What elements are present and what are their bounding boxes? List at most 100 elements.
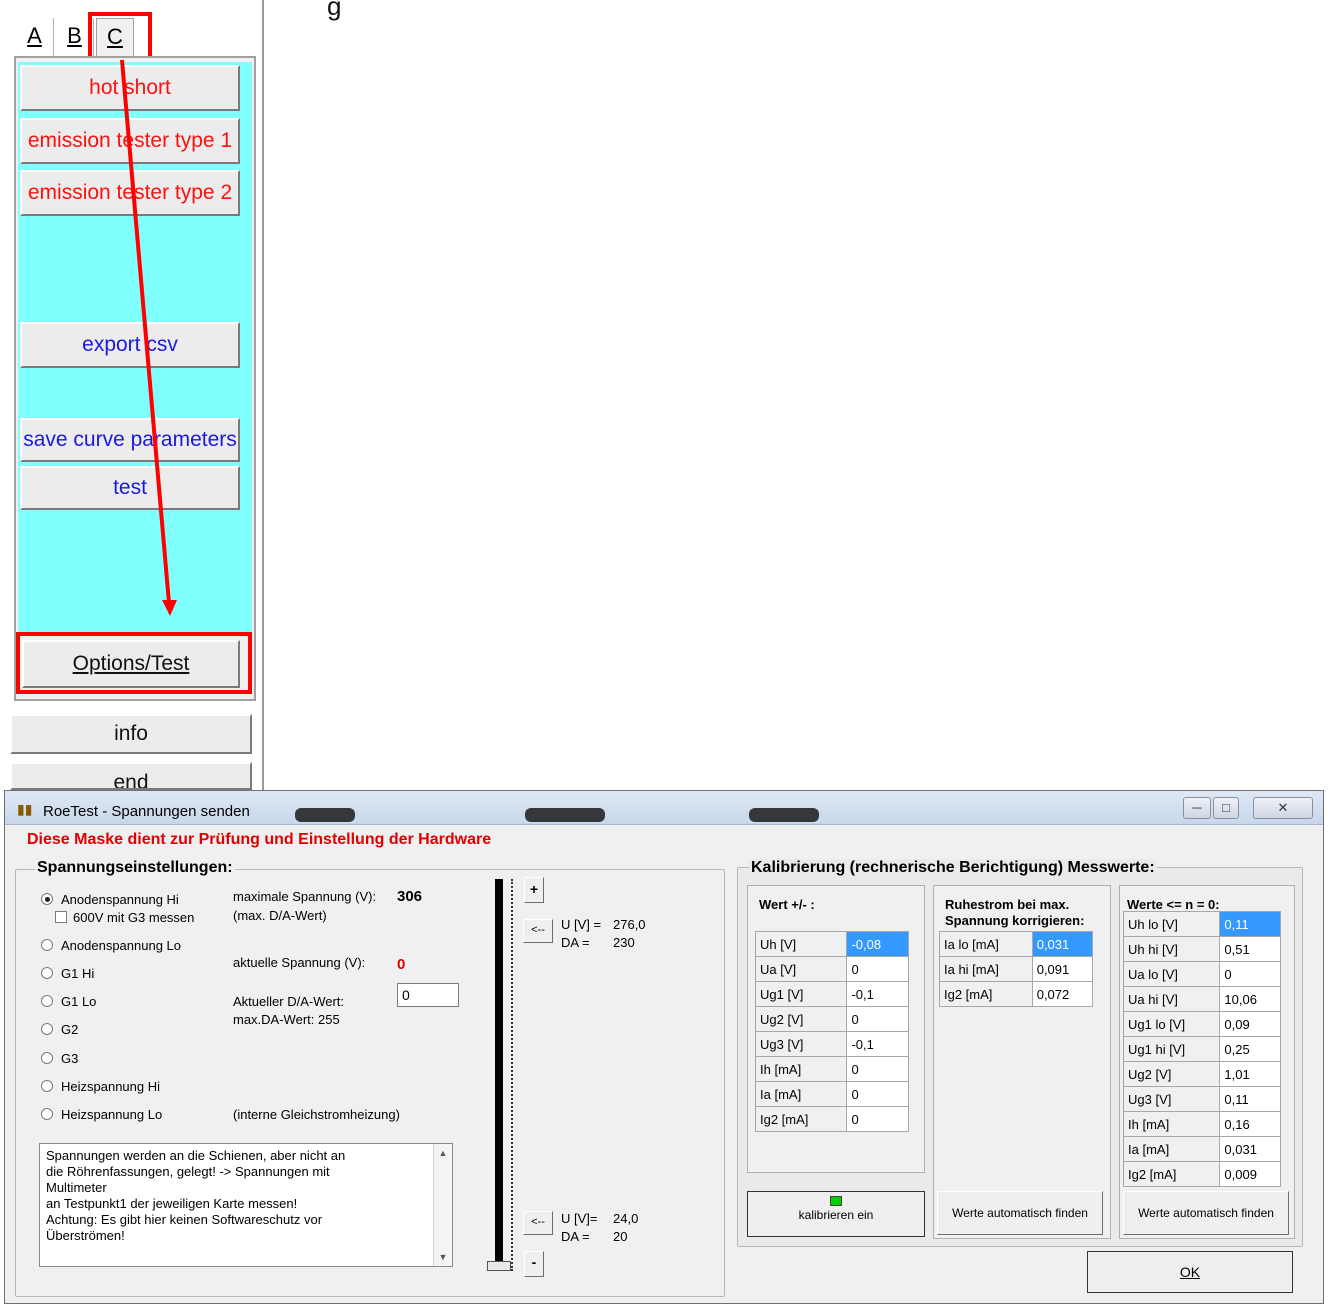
app-icon: ▮▮ — [17, 801, 33, 817]
cropped-text-fragment: g — [327, 0, 342, 21]
radio-anodenspannung-lo[interactable] — [41, 939, 53, 951]
werte_n0-value-cell[interactable]: 1,01 — [1219, 1061, 1281, 1087]
werte_n0-value-cell[interactable]: 0,11 — [1219, 1086, 1281, 1112]
wert-value-cell[interactable]: 0 — [846, 1106, 909, 1132]
scroll-up-icon[interactable]: ▲ — [434, 1148, 452, 1158]
werte_n0-value-cell[interactable]: 10,06 — [1219, 986, 1281, 1012]
da-value-input[interactable] — [397, 983, 459, 1007]
radio-label: G1 Hi — [61, 966, 95, 981]
current-voltage-label: aktuelle Spannung (V): — [233, 955, 366, 970]
max-da-value-label: max.DA-Wert: 255 — [233, 1012, 340, 1027]
werte_n0-row: Uh hi [V] 0,51 — [1122, 936, 1281, 962]
wert-label-cell: Ua [V] — [754, 956, 848, 982]
wert-label-cell: Ia [mA] — [754, 1081, 848, 1107]
wert-row: Ig2 [mA] 0 — [754, 1106, 909, 1132]
red-arrow-annotation — [120, 59, 177, 616]
ruhestrom-row: Ia lo [mA] 0,031 — [939, 931, 1094, 957]
wert-label-cell: Ug1 [V] — [754, 981, 848, 1007]
radio-anodenspannung-hi[interactable] — [41, 893, 53, 905]
ruhestrom-row: Ig2 [mA] 0,072 — [939, 981, 1094, 1007]
werte_n0-value-cell[interactable]: 0,09 — [1219, 1011, 1281, 1037]
calibration-indicator-icon — [830, 1196, 842, 1206]
voltage-slider-track[interactable] — [495, 879, 503, 1271]
wert-row: Ua [V] 0 — [754, 956, 909, 982]
heating-note: (interne Gleichstromheizung) — [233, 1107, 400, 1122]
set-upper-button[interactable]: <-- — [523, 919, 553, 943]
radio-g1-lo[interactable] — [41, 995, 53, 1007]
wert-value-cell[interactable]: 0 — [846, 1081, 909, 1107]
ruhestrom-title: Ruhestrom bei max. Spannung korrigieren: — [945, 897, 1085, 928]
dialog-heading: Diese Maske dient zur Prüfung und Einste… — [27, 831, 492, 848]
checkbox-600v-g3[interactable] — [55, 911, 67, 923]
slider-ticks — [511, 879, 514, 1271]
werte_n0-value-cell[interactable]: 0 — [1219, 961, 1281, 987]
ok-button[interactable]: OK — [1087, 1251, 1293, 1293]
kalibrieren-ein-label: kalibrieren ein — [798, 1208, 874, 1222]
dialog-titlebar: ▮▮ RoeTest - Spannungen senden ─ □ ✕ — [5, 791, 1323, 825]
wert-value-cell[interactable]: -0,1 — [846, 981, 909, 1007]
werte_n0-value-cell[interactable]: 0,009 — [1219, 1161, 1281, 1187]
ruhestrom-auto-find-button[interactable]: Werte automatisch finden — [937, 1191, 1103, 1235]
voltage-slider-thumb[interactable] — [487, 1261, 511, 1271]
radio-g3[interactable] — [41, 1052, 53, 1064]
blurred-taskbar-item — [295, 808, 355, 822]
wert-label-cell: Ih [mA] — [754, 1056, 848, 1082]
wert-row: Ug1 [V] -0,1 — [754, 981, 909, 1007]
set-lower-button[interactable]: <-- — [523, 1211, 553, 1235]
werte_n0-row: Ua lo [V] 0 — [1122, 961, 1281, 987]
radio-heizspannung-hi[interactable] — [41, 1080, 53, 1092]
close-icon[interactable]: ✕ — [1253, 797, 1313, 819]
kalibrieren-ein-button[interactable]: kalibrieren ein — [747, 1191, 925, 1237]
werte_n0-value-cell[interactable]: 0,031 — [1219, 1136, 1281, 1162]
ruhestrom-label-cell: Ig2 [mA] — [939, 981, 1033, 1007]
ruhestrom-label-cell: Ia lo [mA] — [939, 931, 1033, 957]
werte_n0-label-cell: Ih [mA] — [1122, 1111, 1221, 1137]
roetest-dialog: ▮▮ RoeTest - Spannungen senden ─ □ ✕ Die… — [4, 790, 1324, 1304]
wert-value-cell[interactable]: 0 — [846, 956, 909, 982]
wert-value-cell[interactable]: -0,1 — [846, 1031, 909, 1057]
werte_n0-row: Ih [mA] 0,16 — [1122, 1111, 1281, 1137]
scroll-down-icon[interactable]: ▼ — [434, 1252, 452, 1262]
slider-plus-button[interactable]: + — [524, 877, 544, 903]
slider-minus-button[interactable]: - — [524, 1251, 544, 1277]
werte_n0-label-cell: Ug2 [V] — [1122, 1061, 1221, 1087]
wert-value-cell[interactable]: 0 — [846, 1056, 909, 1082]
dialog-title: RoeTest - Spannungen senden — [43, 803, 250, 820]
upper-da-value: 230 — [613, 935, 635, 950]
ruhestrom-table: Ia lo [mA] 0,031 Ia hi [mA] 0,091 Ig2 [mA] 0,… — [939, 931, 1094, 1007]
radio-g2[interactable] — [41, 1023, 53, 1035]
wert-label-cell: Ug2 [V] — [754, 1006, 848, 1032]
wert-value-cell[interactable]: -0,08 — [846, 931, 909, 957]
ruhestrom-value-cell[interactable]: 0,091 — [1031, 956, 1094, 982]
radio-label: Heizspannung Hi — [61, 1079, 161, 1094]
werte-n0-auto-find-button[interactable]: Werte automatisch finden — [1123, 1191, 1289, 1235]
radio-label: G1 Lo — [61, 994, 97, 1009]
textbox-scrollbar[interactable]: ▲ ▼ — [433, 1144, 452, 1266]
current-voltage-value: 0 — [397, 956, 406, 973]
ruhestrom-value-cell[interactable]: 0,031 — [1031, 931, 1094, 957]
radio-label: G2 — [61, 1022, 79, 1037]
calibration-title: Kalibrierung (rechnerische Berichtigung)… — [749, 859, 1157, 877]
wert-label-cell: Uh [V] — [754, 931, 848, 957]
wert-row: Ia [mA] 0 — [754, 1081, 909, 1107]
wert-row: Ih [mA] 0 — [754, 1056, 909, 1082]
max-voltage-label: maximale Spannung (V): — [233, 889, 377, 904]
current-da-label: Aktueller D/A-Wert: — [233, 994, 345, 1009]
maximize-icon[interactable]: □ — [1213, 797, 1239, 819]
werte_n0-label-cell: Uh hi [V] — [1122, 936, 1221, 962]
werte_n0-value-cell[interactable]: 0,11 — [1219, 911, 1281, 937]
radio-heizspannung-lo[interactable] — [41, 1108, 53, 1120]
ruhestrom-value-cell[interactable]: 0,072 — [1031, 981, 1094, 1007]
werte_n0-value-cell[interactable]: 0,25 — [1219, 1036, 1281, 1062]
werte_n0-value-cell[interactable]: 0,16 — [1219, 1111, 1281, 1137]
werte_n0-value-cell[interactable]: 0,51 — [1219, 936, 1281, 962]
end-button[interactable]: end — [10, 762, 252, 790]
max-voltage-value: 306 — [397, 888, 423, 905]
wert-row: Ug2 [V] 0 — [754, 1006, 909, 1032]
wert-value-cell[interactable]: 0 — [846, 1006, 909, 1032]
info-textbox[interactable]: Spannungen werden an die Schienen, aber … — [39, 1143, 453, 1267]
radio-label: G3 — [61, 1051, 79, 1066]
info-button[interactable]: info — [10, 714, 252, 754]
minimize-icon[interactable]: ─ — [1183, 797, 1211, 819]
radio-g1-hi[interactable] — [41, 967, 53, 979]
